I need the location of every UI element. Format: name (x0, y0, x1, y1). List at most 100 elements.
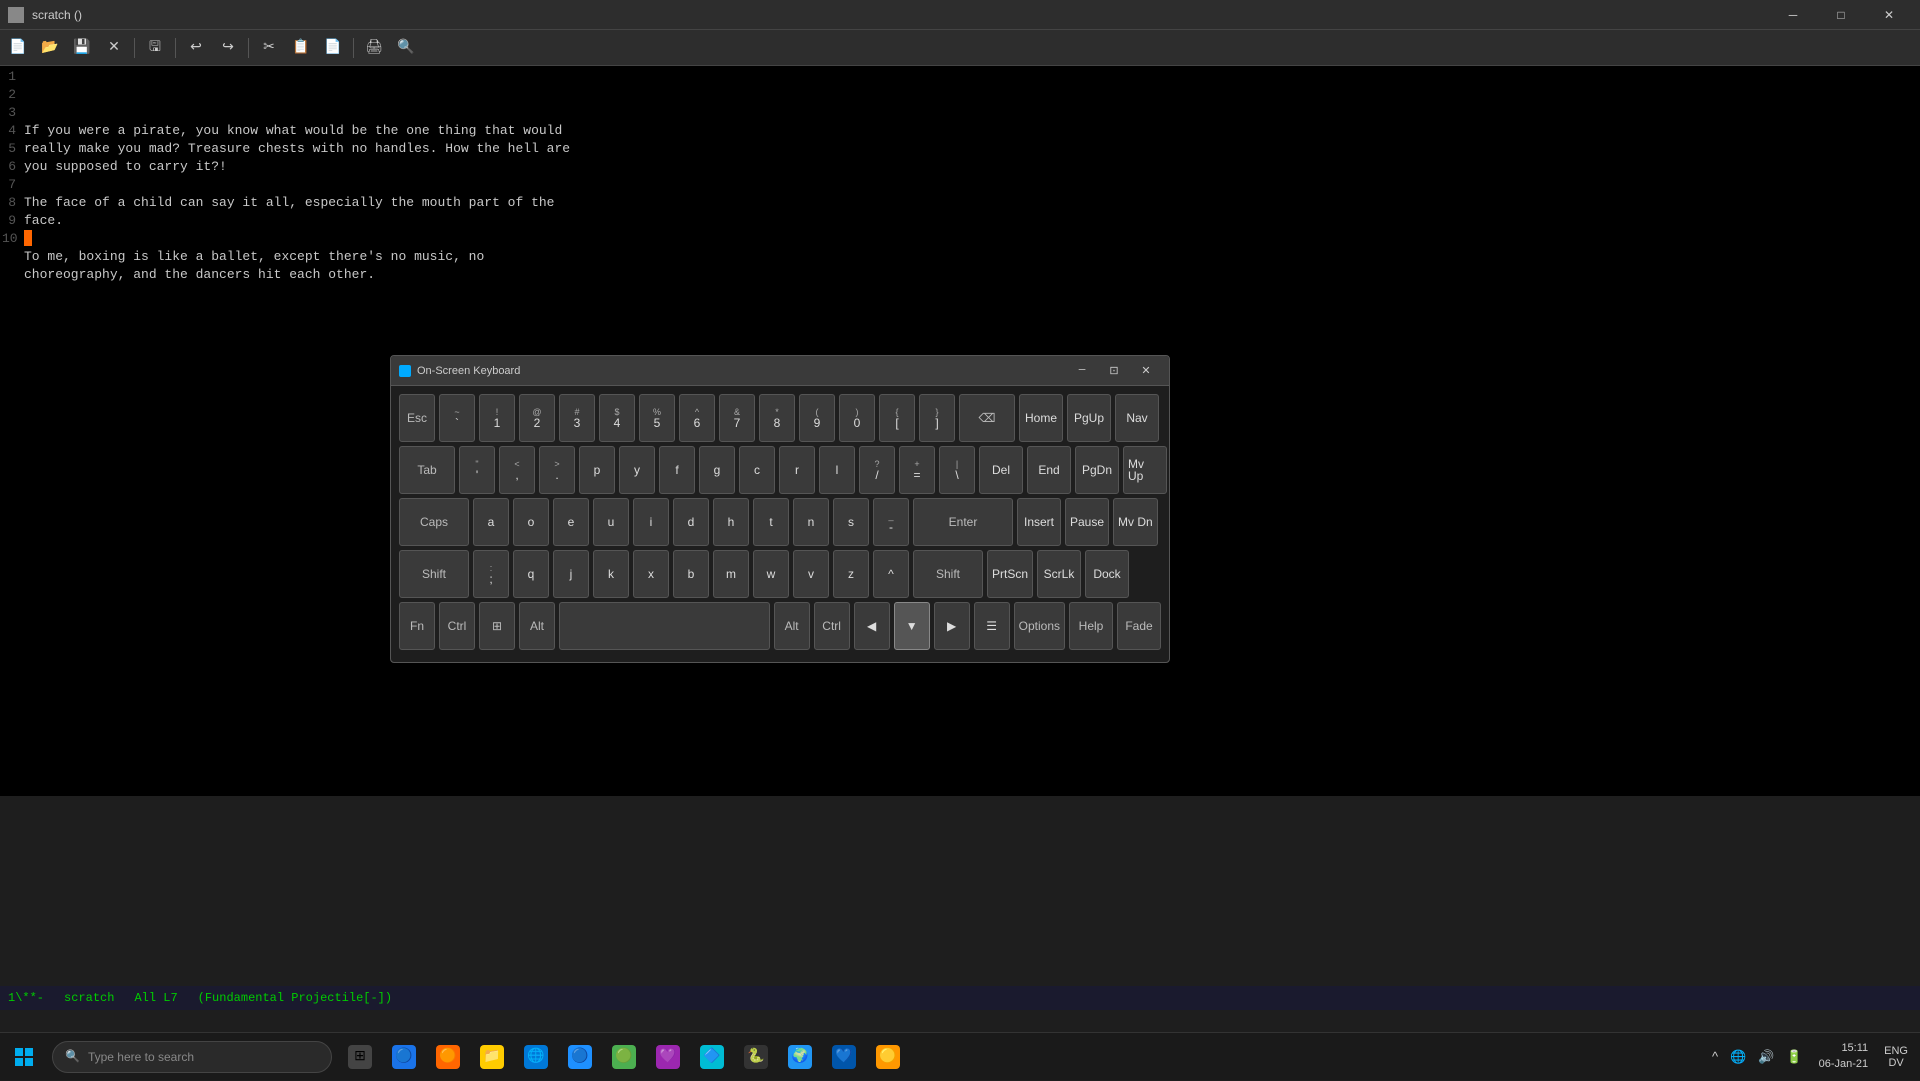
key-alt-right[interactable]: Alt (774, 602, 810, 650)
key-7[interactable]: &7 (719, 394, 755, 442)
system-clock[interactable]: 15:11 06-Jan-21 (1811, 1041, 1877, 1072)
tray-network[interactable]: 🌐 (1726, 1045, 1750, 1069)
key-shift-left[interactable]: Shift (399, 550, 469, 598)
new-file-button[interactable]: 📄 (4, 34, 32, 62)
key-4[interactable]: $4 (599, 394, 635, 442)
cut-button[interactable]: ✂ (255, 34, 283, 62)
close-button[interactable]: ✕ (1866, 0, 1912, 30)
key-mvup[interactable]: Mv Up (1123, 446, 1167, 494)
maximize-button[interactable]: □ (1818, 0, 1864, 30)
key-enter[interactable]: Enter (913, 498, 1013, 546)
key-arrow-right[interactable]: ▶ (934, 602, 970, 650)
key-scrlk[interactable]: ScrLk (1037, 550, 1081, 598)
key-p[interactable]: p (579, 446, 615, 494)
key-rbracket[interactable]: }] (919, 394, 955, 442)
key-0[interactable]: )0 (839, 394, 875, 442)
key-del[interactable]: Del (979, 446, 1023, 494)
taskbar-app-maps[interactable]: 🌍 (780, 1033, 820, 1081)
search-button[interactable]: 🔍 (392, 34, 420, 62)
taskbar-app-ie[interactable]: 🔵 (560, 1033, 600, 1081)
key-i[interactable]: i (633, 498, 669, 546)
start-button[interactable] (0, 1033, 48, 1081)
key-b[interactable]: b (673, 550, 709, 598)
key-j[interactable]: j (553, 550, 589, 598)
key-period[interactable]: >. (539, 446, 575, 494)
taskbar-app-app1[interactable]: 🟢 (604, 1033, 644, 1081)
key-insert[interactable]: Insert (1017, 498, 1061, 546)
key-k[interactable]: k (593, 550, 629, 598)
taskbar-app-app3[interactable]: 🔷 (692, 1033, 732, 1081)
key-options[interactable]: Options (1014, 602, 1065, 650)
key-q[interactable]: q (513, 550, 549, 598)
key-r[interactable]: r (779, 446, 815, 494)
key-backslash[interactable]: |\ (939, 446, 975, 494)
key-home[interactable]: Home (1019, 394, 1063, 442)
key-w[interactable]: w (753, 550, 789, 598)
key-h[interactable]: h (713, 498, 749, 546)
save-alt-button[interactable]: 🖫 (141, 34, 169, 62)
key-m[interactable]: m (713, 550, 749, 598)
key-fn[interactable]: Fn (399, 602, 435, 650)
key-pause[interactable]: Pause (1065, 498, 1109, 546)
key-a[interactable]: a (473, 498, 509, 546)
key-arrow-left[interactable]: ◀ (854, 602, 890, 650)
key-prtscn[interactable]: PrtScn (987, 550, 1033, 598)
key-3[interactable]: #3 (559, 394, 595, 442)
key-shift-right[interactable]: Shift (913, 550, 983, 598)
tray-volume[interactable]: 🔊 (1754, 1045, 1778, 1069)
taskbar-app-explorer[interactable]: 📁 (472, 1033, 512, 1081)
key-l[interactable]: l (819, 446, 855, 494)
taskbar-app-scratch[interactable]: 🟠 (428, 1033, 468, 1081)
taskbar-app-terminal[interactable]: 🐍 (736, 1033, 776, 1081)
key-t[interactable]: t (753, 498, 789, 546)
copy-button[interactable]: 📋 (287, 34, 315, 62)
key-d[interactable]: d (673, 498, 709, 546)
key-1[interactable]: !1 (479, 394, 515, 442)
taskbar-app-view[interactable]: ⊞ (340, 1033, 380, 1081)
key-slash[interactable]: ?/ (859, 446, 895, 494)
key-end[interactable]: End (1027, 446, 1071, 494)
key-esc[interactable]: Esc (399, 394, 435, 442)
key-comma[interactable]: <, (499, 446, 535, 494)
key-help[interactable]: Help (1069, 602, 1113, 650)
key-menu[interactable]: ☰ (974, 602, 1010, 650)
key-g[interactable]: g (699, 446, 735, 494)
key-caps[interactable]: Caps (399, 498, 469, 546)
open-file-button[interactable]: 📂 (36, 34, 64, 62)
taskbar-app-app2[interactable]: 💜 (648, 1033, 688, 1081)
key-6[interactable]: ^6 (679, 394, 715, 442)
key-tab[interactable]: Tab (399, 446, 455, 494)
key-9[interactable]: (9 (799, 394, 835, 442)
tray-battery[interactable]: 🔋 (1782, 1045, 1806, 1069)
language-indicator[interactable]: ENG DV (1880, 1045, 1912, 1069)
key-arrow-down[interactable]: ▼ (894, 602, 930, 650)
save-button[interactable]: 💾 (68, 34, 96, 62)
key-equals[interactable]: += (899, 446, 935, 494)
taskbar-app-cortana[interactable]: 🔵 (384, 1033, 424, 1081)
key-x[interactable]: x (633, 550, 669, 598)
taskbar-app-edge[interactable]: 🌐 (516, 1033, 556, 1081)
key-8[interactable]: *8 (759, 394, 795, 442)
key-ctrl-left[interactable]: Ctrl (439, 602, 475, 650)
key-dock[interactable]: Dock (1085, 550, 1129, 598)
key-alt-left[interactable]: Alt (519, 602, 555, 650)
redo-button[interactable]: ↪ (214, 34, 242, 62)
taskbar-app-app4[interactable]: 💙 (824, 1033, 864, 1081)
key-u[interactable]: u (593, 498, 629, 546)
key-backtick[interactable]: ~` (439, 394, 475, 442)
close-file-button[interactable]: ✕ (100, 34, 128, 62)
osk-close-button[interactable]: ✕ (1131, 359, 1161, 383)
key-ctrl-right[interactable]: Ctrl (814, 602, 850, 650)
paste-button[interactable]: 📄 (319, 34, 347, 62)
key-z[interactable]: z (833, 550, 869, 598)
key-fade[interactable]: Fade (1117, 602, 1161, 650)
key-space[interactable] (559, 602, 770, 650)
search-bar[interactable]: 🔍 Type here to search (52, 1041, 332, 1073)
key-v[interactable]: v (793, 550, 829, 598)
key-5[interactable]: %5 (639, 394, 675, 442)
key-pgdn[interactable]: PgDn (1075, 446, 1119, 494)
minimize-button[interactable]: ─ (1770, 0, 1816, 30)
key-f[interactable]: f (659, 446, 695, 494)
key-backspace[interactable]: ⌫ (959, 394, 1015, 442)
key-c[interactable]: c (739, 446, 775, 494)
